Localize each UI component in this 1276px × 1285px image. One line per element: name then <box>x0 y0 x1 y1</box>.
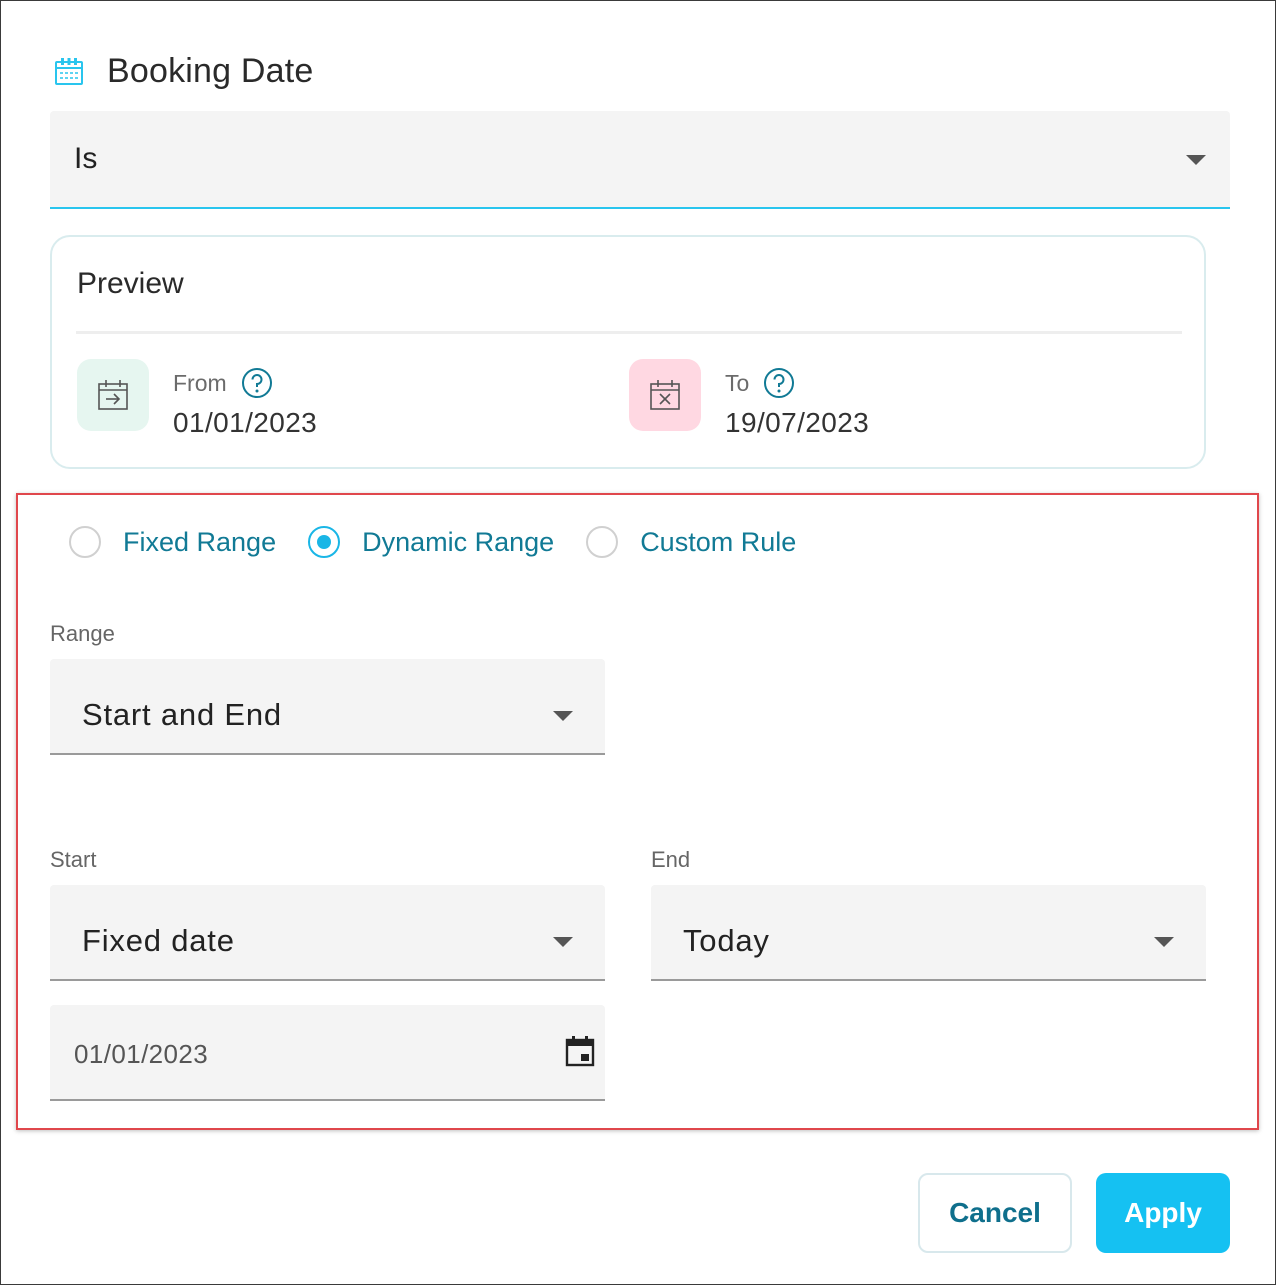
range-label: Range <box>50 621 115 646</box>
radio-circle[interactable] <box>69 526 101 558</box>
radio-fixed-range[interactable]: Fixed Range <box>69 526 276 558</box>
radio-custom-rule[interactable]: Custom Rule <box>586 526 796 558</box>
calendar-x-icon <box>629 359 701 431</box>
range-select-value: Start and End <box>82 697 282 732</box>
chevron-down-icon <box>1186 155 1206 165</box>
filter-dialog: Booking Date Is Preview From 01/01/2023 … <box>0 0 1276 1285</box>
radio-circle[interactable] <box>586 526 619 558</box>
radio-circle[interactable] <box>308 526 341 558</box>
start-select[interactable]: Fixed date <box>50 885 605 981</box>
from-label: From <box>173 369 227 396</box>
apply-button[interactable]: Apply <box>1096 1173 1230 1253</box>
preview-divider <box>76 331 1182 334</box>
operator-select[interactable]: Is <box>50 111 1230 209</box>
range-select[interactable]: Start and End <box>50 659 605 755</box>
radio-label[interactable]: Dynamic Range <box>362 527 554 558</box>
help-icon[interactable] <box>241 367 273 399</box>
start-date-input[interactable]: 01/01/2023 <box>50 1005 605 1101</box>
to-label: To <box>725 369 750 396</box>
chevron-down-icon <box>553 711 573 721</box>
from-value: 01/01/2023 <box>173 407 318 438</box>
start-date-value[interactable]: 01/01/2023 <box>74 1039 208 1070</box>
end-select[interactable]: Today <box>651 885 1206 981</box>
from-label-row: From <box>173 367 273 399</box>
calendar-picker-icon[interactable] <box>565 1035 595 1072</box>
help-icon[interactable] <box>763 367 795 399</box>
start-select-value: Fixed date <box>82 923 235 958</box>
preview-card: Preview From 01/01/2023 To 19/07/2023 <box>50 235 1206 469</box>
chevron-down-icon <box>1154 937 1174 947</box>
radio-dynamic-range[interactable]: Dynamic Range <box>308 526 554 558</box>
range-mode-radio-group: Fixed Range Dynamic Range Custom Rule <box>69 523 828 561</box>
end-label: End <box>651 847 691 872</box>
calendar-arrow-icon <box>77 359 149 431</box>
radio-label[interactable]: Custom Rule <box>640 527 796 558</box>
chevron-down-icon <box>553 937 573 947</box>
preview-title: Preview <box>77 267 184 300</box>
dialog-header: Booking Date <box>53 51 314 91</box>
to-value: 19/07/2023 <box>725 407 870 438</box>
start-label: Start <box>50 847 97 872</box>
calendar-icon <box>53 55 85 87</box>
end-select-value: Today <box>683 923 770 958</box>
cancel-button[interactable]: Cancel <box>918 1173 1072 1253</box>
dialog-title: Booking Date <box>107 51 314 90</box>
radio-label[interactable]: Fixed Range <box>123 527 276 558</box>
to-label-row: To <box>725 367 795 399</box>
operator-select-value: Is <box>74 142 98 175</box>
